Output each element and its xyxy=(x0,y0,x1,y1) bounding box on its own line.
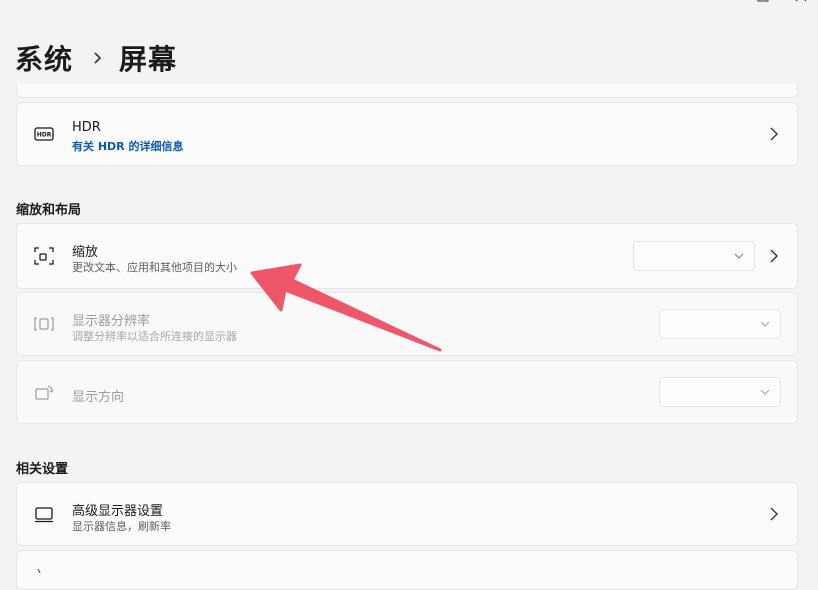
breadcrumb-parent[interactable]: 系统 xyxy=(15,38,73,78)
chevron-right-icon[interactable] xyxy=(769,249,779,263)
breadcrumb: 系统 屏幕 xyxy=(15,38,177,78)
svg-text:HDR: HDR xyxy=(37,132,52,139)
maximize-icon[interactable] xyxy=(756,0,770,4)
advanced-display-card[interactable]: 高级显示器设置 显示器信息，刷新率 xyxy=(16,482,798,546)
advanced-display-subtitle: 显示器信息，刷新率 xyxy=(72,520,171,533)
hdr-icon: HDR xyxy=(34,127,54,141)
previous-setting-card[interactable] xyxy=(16,84,798,98)
chevron-down-icon xyxy=(760,321,770,327)
window-controls xyxy=(756,0,808,4)
resolution-title: 显示器分辨率 xyxy=(72,314,151,329)
section-heading-related: 相关设置 xyxy=(16,462,69,477)
hdr-details-link[interactable]: 有关 HDR 的详细信息 xyxy=(72,138,183,154)
section-heading-scale-layout: 缩放和布局 xyxy=(16,203,82,218)
scale-subtitle: 更改文本、应用和其他项目的大小 xyxy=(72,261,237,274)
hdr-card[interactable]: HDR HDR 有关 HDR 的详细信息 xyxy=(16,102,798,166)
advanced-display-title: 高级显示器设置 xyxy=(72,504,164,519)
resolution-subtitle: 调整分辨率以适合所连接的显示器 xyxy=(72,330,237,343)
resolution-card[interactable]: 显示器分辨率 调整分辨率以适合所连接的显示器 xyxy=(16,292,798,356)
orientation-icon xyxy=(35,385,54,400)
chevron-right-icon xyxy=(94,52,102,64)
monitor-icon xyxy=(35,507,53,523)
page-title: 屏幕 xyxy=(119,43,178,76)
orientation-title: 显示方向 xyxy=(72,390,125,405)
chevron-right-icon xyxy=(770,507,778,521)
scale-title: 缩放 xyxy=(72,245,99,260)
chevron-right-icon xyxy=(770,127,778,141)
orientation-card[interactable]: 显示方向 xyxy=(16,360,798,424)
orientation-dropdown[interactable] xyxy=(659,377,781,407)
graphics-icon xyxy=(37,568,41,574)
hdr-title: HDR xyxy=(72,120,101,135)
chevron-down-icon xyxy=(734,253,744,259)
scale-icon xyxy=(34,247,54,265)
next-setting-card[interactable] xyxy=(16,550,798,590)
close-icon[interactable] xyxy=(794,0,808,4)
resolution-icon xyxy=(34,317,54,331)
resolution-dropdown[interactable] xyxy=(659,309,781,339)
scale-dropdown[interactable] xyxy=(633,241,755,271)
scale-card[interactable]: 缩放 更改文本、应用和其他项目的大小 xyxy=(16,223,798,289)
chevron-down-icon xyxy=(760,389,770,395)
